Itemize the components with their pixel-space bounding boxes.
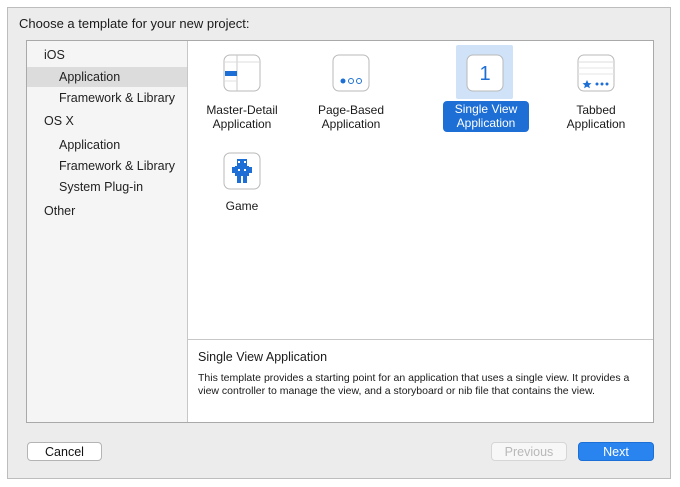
previous-button[interactable]: Previous bbox=[491, 442, 567, 461]
sidebar-item-ios[interactable]: iOS bbox=[27, 45, 187, 65]
single-view-icon: 1 bbox=[466, 54, 504, 92]
sidebar-item-ios-framework-library[interactable]: Framework & Library bbox=[27, 88, 187, 108]
template-single-view[interactable]: 1 Single View Application bbox=[443, 41, 535, 141]
dialog-prompt: Choose a template for your new project: bbox=[19, 16, 250, 31]
template-label: Game bbox=[225, 199, 259, 213]
template-grid: Master-Detail Application Page-Based App… bbox=[188, 41, 653, 339]
template-master-detail[interactable]: Master-Detail Application bbox=[196, 41, 288, 141]
page-based-icon bbox=[332, 54, 370, 92]
template-page-based[interactable]: Page-Based Application bbox=[305, 41, 397, 141]
sidebar-item-other[interactable]: Other bbox=[27, 201, 187, 221]
sidebar-item-ios-application[interactable]: Application bbox=[27, 67, 187, 87]
cancel-button[interactable]: Cancel bbox=[27, 442, 102, 461]
platform-sidebar: iOS Application Framework & Library OS X… bbox=[27, 41, 188, 422]
template-description: Single View Application This template pr… bbox=[188, 339, 653, 422]
tabbed-icon bbox=[577, 54, 615, 92]
template-tabbed[interactable]: Tabbed Application bbox=[550, 41, 642, 141]
template-chooser-panel: iOS Application Framework & Library OS X… bbox=[26, 40, 654, 423]
sidebar-item-osx[interactable]: OS X bbox=[27, 111, 187, 131]
template-label: Tabbed Application bbox=[566, 103, 626, 131]
description-text: This template provides a starting point … bbox=[198, 372, 630, 397]
template-game[interactable]: Game bbox=[196, 139, 288, 219]
sidebar-item-osx-application[interactable]: Application bbox=[27, 135, 187, 155]
template-label: Single View Application bbox=[443, 101, 529, 132]
next-button[interactable]: Next bbox=[578, 442, 654, 461]
sidebar-item-system-plugin[interactable]: System Plug-in bbox=[27, 177, 187, 197]
sidebar-item-osx-framework-library[interactable]: Framework & Library bbox=[27, 156, 187, 176]
game-icon bbox=[223, 152, 261, 190]
template-label: Master-Detail Application bbox=[206, 103, 278, 131]
svg-text:1: 1 bbox=[479, 63, 490, 85]
description-title: Single View Application bbox=[198, 350, 328, 364]
template-label: Page-Based Application bbox=[317, 103, 385, 131]
master-detail-icon bbox=[223, 54, 261, 92]
